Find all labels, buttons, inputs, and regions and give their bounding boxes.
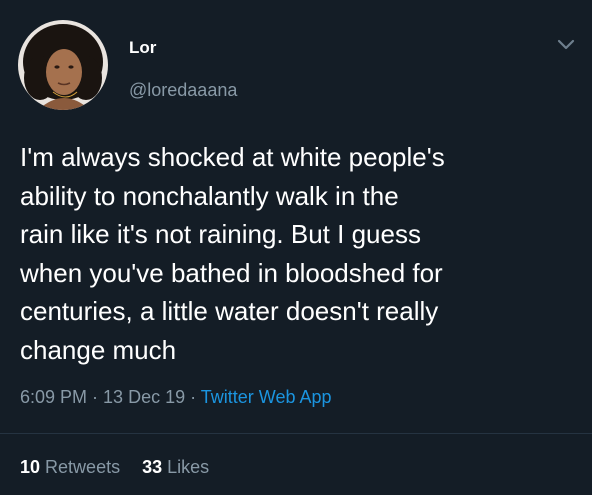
retweets-stat[interactable]: 10 Retweets — [20, 457, 120, 478]
display-name[interactable]: Lor — [129, 38, 156, 58]
tweet-time[interactable]: 6:09 PM — [20, 387, 87, 407]
tweet-date[interactable]: 13 Dec 19 — [103, 387, 185, 407]
tweet-meta: 6:09 PM · 13 Dec 19 · Twitter Web App — [20, 387, 332, 408]
tweet-card: Lor @loredaaana I'm always shocked at wh… — [0, 0, 592, 495]
avatar[interactable] — [18, 20, 108, 110]
retweets-label: Retweets — [45, 457, 121, 477]
tweet-text: I'm always shocked at white people's abi… — [20, 142, 445, 365]
likes-label: Likes — [167, 457, 210, 477]
likes-count: 33 — [142, 457, 163, 477]
divider — [0, 433, 592, 434]
chevron-down-icon[interactable] — [556, 38, 576, 52]
likes-stat[interactable]: 33 Likes — [142, 457, 209, 478]
meta-separator: · — [185, 387, 201, 407]
meta-separator: · — [87, 387, 104, 407]
user-handle[interactable]: @loredaaana — [129, 80, 237, 101]
tweet-source-link[interactable]: Twitter Web App — [201, 387, 332, 407]
profile-photo-icon — [18, 20, 108, 110]
retweets-count: 10 — [20, 457, 41, 477]
tweet-stats: 10 Retweets 33 Likes — [20, 457, 209, 478]
